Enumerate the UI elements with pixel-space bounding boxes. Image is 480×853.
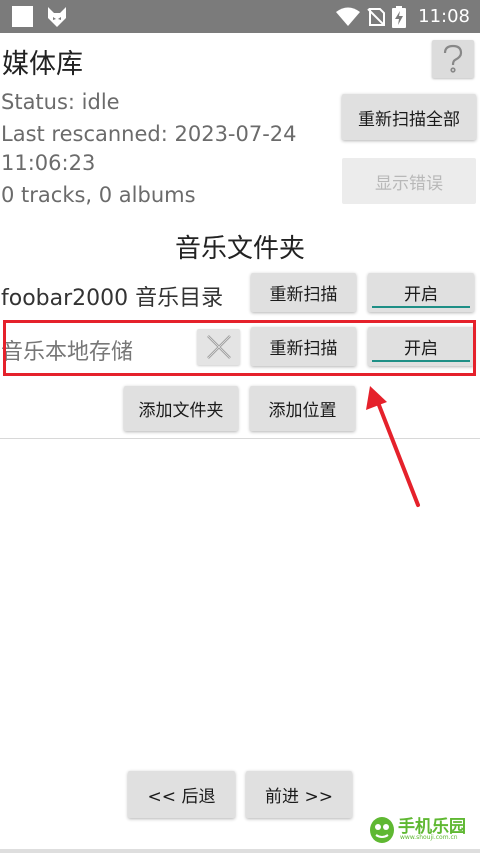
back-button[interactable]: << 后退 (128, 771, 235, 818)
forward-button[interactable]: 前进 >> (246, 771, 352, 818)
watermark-subtext: www.shouji.com.cn (400, 834, 458, 841)
bottom-edge (0, 849, 480, 853)
annotation-arrow-icon (366, 386, 420, 507)
